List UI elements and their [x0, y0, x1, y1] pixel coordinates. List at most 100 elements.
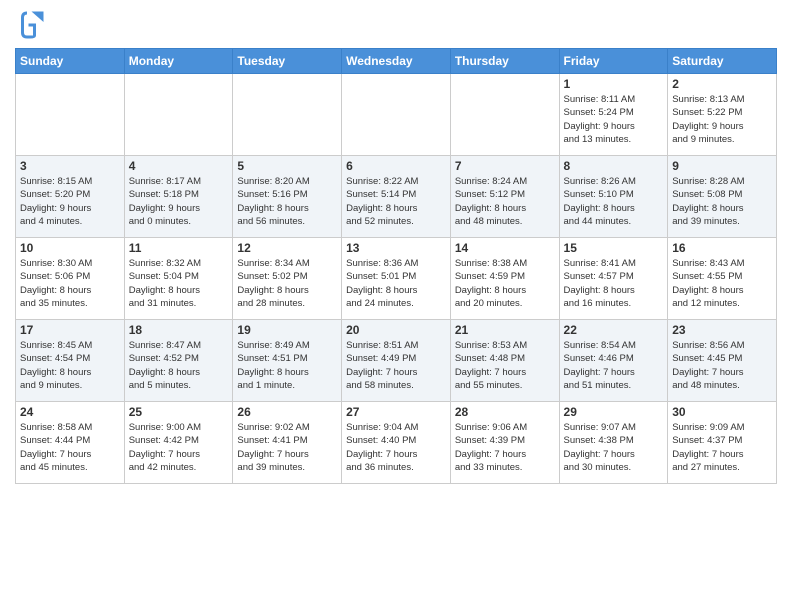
- calendar-week-row: 3 Sunrise: 8:15 AM Sunset: 5:20 PM Daylig…: [16, 156, 777, 238]
- calendar-header-row: SundayMondayTuesdayWednesdayThursdayFrid…: [16, 49, 777, 74]
- day-number: 20: [346, 323, 446, 337]
- day-info: Sunrise: 8:11 AM Sunset: 5:24 PM Dayligh…: [564, 93, 664, 146]
- calendar-day-cell: 14 Sunrise: 8:38 AM Sunset: 4:59 PM Dayli…: [450, 238, 559, 320]
- day-number: 29: [564, 405, 664, 419]
- day-number: 16: [672, 241, 772, 255]
- day-info: Sunrise: 8:56 AM Sunset: 4:45 PM Dayligh…: [672, 339, 772, 392]
- day-number: 24: [20, 405, 120, 419]
- day-number: 21: [455, 323, 555, 337]
- day-info: Sunrise: 8:36 AM Sunset: 5:01 PM Dayligh…: [346, 257, 446, 310]
- calendar-day-cell: [124, 74, 233, 156]
- calendar-day-cell: 25 Sunrise: 9:00 AM Sunset: 4:42 PM Dayli…: [124, 402, 233, 484]
- logo-icon: [15, 10, 45, 40]
- calendar-day-cell: 20Sunrise: 8:51 AM Sunset: 4:49 PM Dayli…: [342, 320, 451, 402]
- calendar-day-cell: 10 Sunrise: 8:30 AM Sunset: 5:06 PM Dayli…: [16, 238, 125, 320]
- day-info: Sunrise: 8:41 AM Sunset: 4:57 PM Dayligh…: [564, 257, 664, 310]
- day-number: 2: [672, 77, 772, 91]
- day-info: Sunrise: 8:26 AM Sunset: 5:10 PM Dayligh…: [564, 175, 664, 228]
- calendar-day-cell: 6 Sunrise: 8:22 AM Sunset: 5:14 PM Daylig…: [342, 156, 451, 238]
- calendar-day-cell: 4 Sunrise: 8:17 AM Sunset: 5:18 PM Daylig…: [124, 156, 233, 238]
- day-info: Sunrise: 9:06 AM Sunset: 4:39 PM Dayligh…: [455, 421, 555, 474]
- calendar-day-cell: 17 Sunrise: 8:45 AM Sunset: 4:54 PM Dayli…: [16, 320, 125, 402]
- day-info: Sunrise: 8:58 AM Sunset: 4:44 PM Dayligh…: [20, 421, 120, 474]
- calendar-day-cell: [450, 74, 559, 156]
- day-info: Sunrise: 9:09 AM Sunset: 4:37 PM Dayligh…: [672, 421, 772, 474]
- calendar-day-cell: [16, 74, 125, 156]
- header: [15, 10, 777, 40]
- day-info: Sunrise: 8:45 AM Sunset: 4:54 PM Dayligh…: [20, 339, 120, 392]
- day-number: 19: [237, 323, 337, 337]
- calendar-day-cell: 11Sunrise: 8:32 AM Sunset: 5:04 PM Dayli…: [124, 238, 233, 320]
- day-number: 22: [564, 323, 664, 337]
- weekday-header: Monday: [124, 49, 233, 74]
- calendar-day-cell: 1 Sunrise: 8:11 AM Sunset: 5:24 PM Daylig…: [559, 74, 668, 156]
- day-number: 25: [129, 405, 229, 419]
- day-info: Sunrise: 8:38 AM Sunset: 4:59 PM Dayligh…: [455, 257, 555, 310]
- day-number: 8: [564, 159, 664, 173]
- day-number: 4: [129, 159, 229, 173]
- day-number: 7: [455, 159, 555, 173]
- calendar-day-cell: 22 Sunrise: 8:54 AM Sunset: 4:46 PM Dayli…: [559, 320, 668, 402]
- calendar-day-cell: 16Sunrise: 8:43 AM Sunset: 4:55 PM Dayli…: [668, 238, 777, 320]
- day-info: Sunrise: 8:54 AM Sunset: 4:46 PM Dayligh…: [564, 339, 664, 392]
- weekday-header: Thursday: [450, 49, 559, 74]
- day-info: Sunrise: 8:30 AM Sunset: 5:06 PM Dayligh…: [20, 257, 120, 310]
- day-info: Sunrise: 8:53 AM Sunset: 4:48 PM Dayligh…: [455, 339, 555, 392]
- calendar-day-cell: 5 Sunrise: 8:20 AM Sunset: 5:16 PM Daylig…: [233, 156, 342, 238]
- calendar-day-cell: 29 Sunrise: 9:07 AM Sunset: 4:38 PM Dayli…: [559, 402, 668, 484]
- calendar-day-cell: 24 Sunrise: 8:58 AM Sunset: 4:44 PM Dayli…: [16, 402, 125, 484]
- day-number: 1: [564, 77, 664, 91]
- calendar-day-cell: 21 Sunrise: 8:53 AM Sunset: 4:48 PM Dayli…: [450, 320, 559, 402]
- day-number: 28: [455, 405, 555, 419]
- day-number: 30: [672, 405, 772, 419]
- weekday-header: Friday: [559, 49, 668, 74]
- logo: [15, 10, 49, 40]
- calendar-day-cell: 3 Sunrise: 8:15 AM Sunset: 5:20 PM Daylig…: [16, 156, 125, 238]
- day-number: 12: [237, 241, 337, 255]
- calendar-day-cell: 8 Sunrise: 8:26 AM Sunset: 5:10 PM Daylig…: [559, 156, 668, 238]
- day-info: Sunrise: 8:15 AM Sunset: 5:20 PM Dayligh…: [20, 175, 120, 228]
- calendar-day-cell: 9Sunrise: 8:28 AM Sunset: 5:08 PM Daylig…: [668, 156, 777, 238]
- day-number: 6: [346, 159, 446, 173]
- day-info: Sunrise: 8:17 AM Sunset: 5:18 PM Dayligh…: [129, 175, 229, 228]
- day-info: Sunrise: 8:13 AM Sunset: 5:22 PM Dayligh…: [672, 93, 772, 146]
- day-info: Sunrise: 9:04 AM Sunset: 4:40 PM Dayligh…: [346, 421, 446, 474]
- day-number: 17: [20, 323, 120, 337]
- day-number: 14: [455, 241, 555, 255]
- day-info: Sunrise: 9:02 AM Sunset: 4:41 PM Dayligh…: [237, 421, 337, 474]
- day-number: 3: [20, 159, 120, 173]
- day-number: 5: [237, 159, 337, 173]
- calendar-week-row: 24 Sunrise: 8:58 AM Sunset: 4:44 PM Dayli…: [16, 402, 777, 484]
- calendar-week-row: 17 Sunrise: 8:45 AM Sunset: 4:54 PM Dayli…: [16, 320, 777, 402]
- calendar-day-cell: 26 Sunrise: 9:02 AM Sunset: 4:41 PM Dayli…: [233, 402, 342, 484]
- day-info: Sunrise: 8:47 AM Sunset: 4:52 PM Dayligh…: [129, 339, 229, 392]
- day-info: Sunrise: 8:20 AM Sunset: 5:16 PM Dayligh…: [237, 175, 337, 228]
- calendar-day-cell: 30 Sunrise: 9:09 AM Sunset: 4:37 PM Dayli…: [668, 402, 777, 484]
- day-number: 23: [672, 323, 772, 337]
- day-number: 13: [346, 241, 446, 255]
- day-number: 27: [346, 405, 446, 419]
- day-number: 9: [672, 159, 772, 173]
- calendar-week-row: 10 Sunrise: 8:30 AM Sunset: 5:06 PM Dayli…: [16, 238, 777, 320]
- day-number: 10: [20, 241, 120, 255]
- calendar-day-cell: 23 Sunrise: 8:56 AM Sunset: 4:45 PM Dayli…: [668, 320, 777, 402]
- day-info: Sunrise: 8:32 AM Sunset: 5:04 PM Dayligh…: [129, 257, 229, 310]
- day-info: Sunrise: 8:24 AM Sunset: 5:12 PM Dayligh…: [455, 175, 555, 228]
- calendar-day-cell: 28 Sunrise: 9:06 AM Sunset: 4:39 PM Dayli…: [450, 402, 559, 484]
- calendar-day-cell: 7 Sunrise: 8:24 AM Sunset: 5:12 PM Daylig…: [450, 156, 559, 238]
- day-info: Sunrise: 8:49 AM Sunset: 4:51 PM Dayligh…: [237, 339, 337, 392]
- calendar-week-row: 1 Sunrise: 8:11 AM Sunset: 5:24 PM Daylig…: [16, 74, 777, 156]
- calendar-day-cell: 13 Sunrise: 8:36 AM Sunset: 5:01 PM Dayli…: [342, 238, 451, 320]
- calendar-day-cell: 12Sunrise: 8:34 AM Sunset: 5:02 PM Dayli…: [233, 238, 342, 320]
- calendar-table: SundayMondayTuesdayWednesdayThursdayFrid…: [15, 48, 777, 484]
- day-info: Sunrise: 8:22 AM Sunset: 5:14 PM Dayligh…: [346, 175, 446, 228]
- day-number: 18: [129, 323, 229, 337]
- calendar-day-cell: [233, 74, 342, 156]
- calendar-day-cell: 18 Sunrise: 8:47 AM Sunset: 4:52 PM Dayli…: [124, 320, 233, 402]
- day-info: Sunrise: 9:07 AM Sunset: 4:38 PM Dayligh…: [564, 421, 664, 474]
- weekday-header: Sunday: [16, 49, 125, 74]
- calendar-day-cell: 2 Sunrise: 8:13 AM Sunset: 5:22 PM Daylig…: [668, 74, 777, 156]
- day-number: 15: [564, 241, 664, 255]
- day-info: Sunrise: 9:00 AM Sunset: 4:42 PM Dayligh…: [129, 421, 229, 474]
- day-number: 26: [237, 405, 337, 419]
